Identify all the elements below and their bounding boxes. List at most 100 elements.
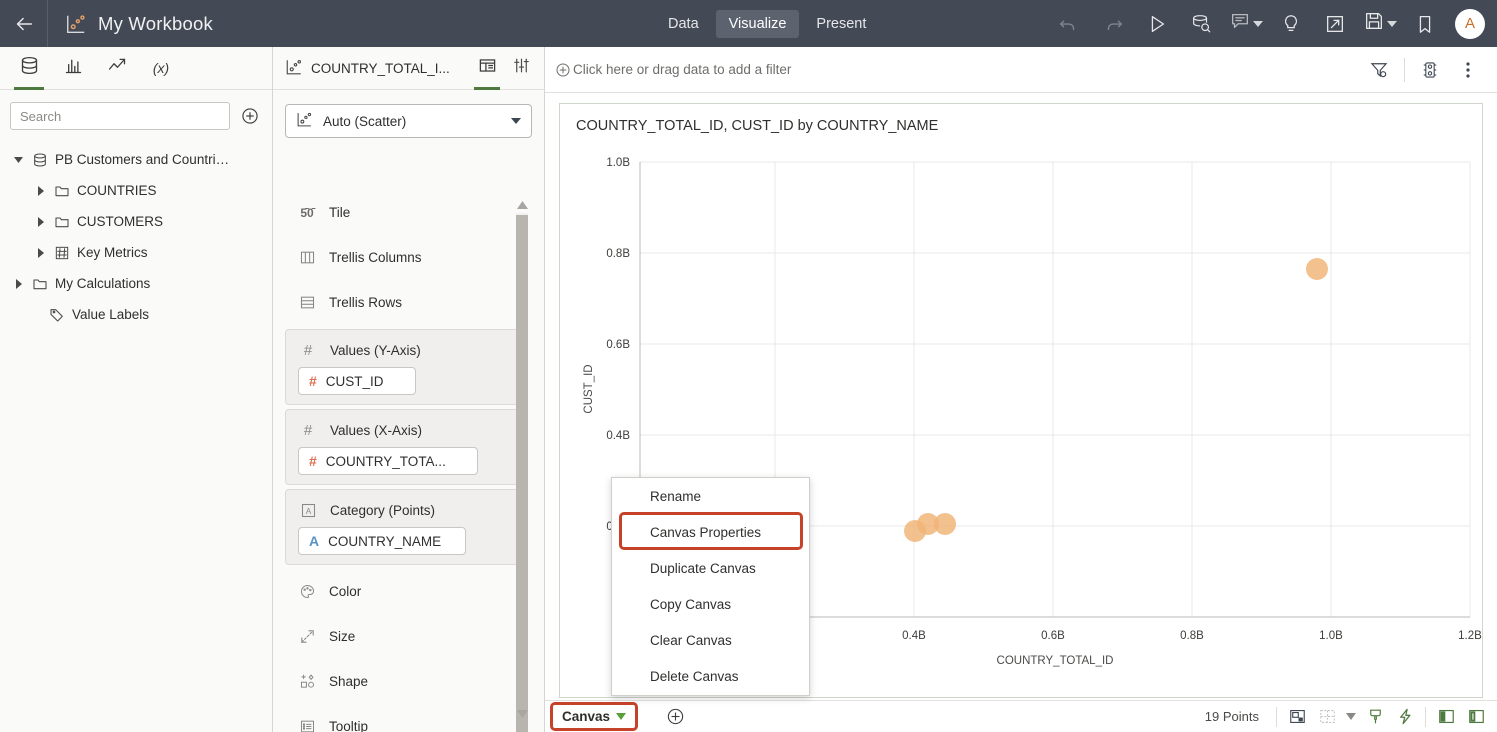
menu-item-canvas-properties[interactable]: Canvas Properties	[612, 514, 809, 550]
shelf-size[interactable]: Size	[273, 614, 531, 659]
filter-placeholder[interactable]: Click here or drag data to add a filter	[555, 62, 791, 78]
tree-node-key-metrics[interactable]: Key Metrics	[0, 237, 272, 268]
shelf-values-y-axis[interactable]: # Values (Y-Axis) # CUST_ID	[285, 329, 519, 405]
trellis-rows-icon	[297, 294, 317, 311]
pill-label: COUNTRY_TOTA...	[325, 453, 446, 469]
shelf-label: Trellis Columns	[329, 250, 422, 265]
shape-icon	[297, 673, 317, 690]
scroll-down-arrow-icon[interactable]	[517, 706, 528, 724]
chevron-right-icon[interactable]	[32, 185, 50, 196]
sidebar-item-visualizations[interactable]	[52, 47, 94, 89]
tree-node-customers[interactable]: CUSTOMERS	[0, 206, 272, 237]
sidebar-item-calculations[interactable]: (x)	[140, 47, 182, 89]
filter-bar-actions	[1360, 48, 1487, 92]
nav-tab-data[interactable]: Data	[655, 10, 712, 38]
save-icon	[1363, 10, 1385, 37]
properties-panel-tab[interactable]	[504, 47, 538, 89]
svg-text:0.8B: 0.8B	[606, 248, 630, 260]
save-menu[interactable]	[1357, 0, 1403, 47]
undo-icon[interactable]	[1047, 0, 1091, 47]
scroll-up-arrow-icon[interactable]	[514, 197, 530, 213]
menu-item-rename[interactable]: Rename	[612, 478, 809, 514]
canvas-context-menu[interactable]: Rename Canvas Properties Duplicate Canva…	[611, 477, 810, 696]
chevron-down-icon[interactable]	[616, 713, 627, 720]
svg-text:0.6B: 0.6B	[1041, 630, 1065, 642]
grammar-panel-tab[interactable]	[470, 47, 504, 90]
shelf-tile[interactable]: 5̄0̄ Tile	[273, 190, 531, 235]
shelf-trellis-columns[interactable]: Trellis Columns	[273, 235, 531, 280]
avatar[interactable]: A	[1455, 8, 1485, 39]
data-points	[904, 258, 1328, 542]
shelf-tooltip[interactable]: Tooltip	[273, 704, 531, 732]
redo-icon[interactable]	[1091, 0, 1135, 47]
hash-icon: #	[303, 421, 313, 439]
share-icon[interactable]	[1313, 0, 1357, 47]
plus-circle-icon[interactable]	[240, 106, 260, 126]
chevron-right-icon[interactable]	[10, 278, 28, 289]
scrollbar-thumb[interactable]	[516, 215, 528, 732]
shelf-shape[interactable]: Shape	[273, 659, 531, 704]
brush-icon[interactable]	[1360, 702, 1390, 732]
tree-node-countries[interactable]: COUNTRIES	[0, 175, 272, 206]
shelf-label: Tile	[329, 205, 351, 220]
trellis-columns-icon	[297, 249, 317, 266]
shelf-color[interactable]: Color	[273, 569, 531, 614]
shelf-values-x-axis[interactable]: # Values (X-Axis) # COUNTRY_TOTA...	[285, 409, 519, 485]
shelf-trellis-rows[interactable]: Trellis Rows	[273, 280, 531, 325]
nav-tab-present[interactable]: Present	[803, 10, 879, 38]
menu-item-delete-canvas[interactable]: Delete Canvas	[612, 658, 809, 694]
divider	[1276, 706, 1277, 727]
formula-icon: (x)	[152, 60, 170, 76]
chevron-right-icon[interactable]	[32, 216, 50, 227]
chevron-down-icon[interactable]	[10, 155, 28, 165]
pill-country-total-id[interactable]: # COUNTRY_TOTA...	[298, 447, 478, 475]
grammar-panel-scrollbar[interactable]	[514, 197, 530, 732]
shelf-category-points[interactable]: A Category (Points) A COUNTRY_NAME	[285, 489, 519, 565]
canvas-settings-icon[interactable]	[1411, 48, 1449, 92]
run-icon[interactable]	[1135, 0, 1179, 47]
back-button[interactable]	[0, 0, 47, 47]
search-input[interactable]	[10, 102, 230, 130]
divider	[1425, 706, 1426, 727]
add-canvas-button[interactable]	[666, 707, 685, 726]
left-data-panel: (x) PB Customers and Countri…	[0, 47, 273, 732]
x-axis-tick-labels: 0.2B 0.4B 0.6B 0.8B 1.0B 1.2B	[763, 630, 1482, 642]
tree-node-my-calculations[interactable]: My Calculations	[0, 268, 272, 299]
left-panel-toggle-icon[interactable]	[1431, 702, 1461, 732]
menu-item-clear-canvas[interactable]: Clear Canvas	[612, 622, 809, 658]
auto-refresh-icon[interactable]	[1390, 702, 1420, 732]
filter-bar[interactable]: Click here or drag data to add a filter	[545, 47, 1497, 93]
comment-menu[interactable]	[1223, 0, 1269, 47]
canvas-tab[interactable]: Canvas	[550, 702, 639, 731]
workbook-title-group: My Workbook	[48, 13, 213, 35]
menu-item-duplicate-canvas[interactable]: Duplicate Canvas	[612, 550, 809, 586]
filter-icon[interactable]	[1360, 48, 1398, 92]
sidebar-item-data[interactable]	[8, 47, 50, 90]
tree-node-label: PB Customers and Countri…	[55, 152, 230, 167]
nav-tab-visualize[interactable]: Visualize	[715, 9, 800, 38]
sidebar-item-analytics[interactable]	[96, 47, 138, 89]
bookmark-icon[interactable]	[1403, 0, 1447, 47]
viz-type-select[interactable]: Auto (Scatter)	[285, 104, 532, 138]
shelves-list: 5̄0̄ Tile Trellis Columns Trellis Rows #…	[273, 190, 531, 732]
right-panel-toggle-icon[interactable]	[1461, 702, 1491, 732]
dataset-refresh-icon[interactable]	[1179, 0, 1223, 47]
grid-dropdown-caret-icon[interactable]	[1342, 702, 1360, 732]
pill-label: COUNTRY_NAME	[328, 533, 442, 549]
scatter-plot-icon	[285, 58, 303, 79]
search-row	[0, 90, 272, 130]
pill-country-name[interactable]: A COUNTRY_NAME	[298, 527, 466, 555]
chevron-right-icon[interactable]	[32, 247, 50, 258]
svg-text:0.4B: 0.4B	[902, 630, 926, 642]
shelf-label: Category (Points)	[330, 502, 436, 518]
grid-layout-icon[interactable]	[1312, 702, 1342, 732]
tree-node-value-labels[interactable]: Value Labels	[0, 299, 272, 330]
canvas-layout-icon[interactable]	[1282, 702, 1312, 732]
insight-icon[interactable]	[1269, 0, 1313, 47]
menu-item-copy-canvas[interactable]: Copy Canvas	[612, 586, 809, 622]
hash-icon: #	[309, 453, 317, 469]
more-options-icon[interactable]	[1449, 48, 1487, 92]
tooltip-list-icon	[297, 718, 317, 732]
tree-node-dataset[interactable]: PB Customers and Countri…	[0, 144, 272, 175]
pill-cust-id[interactable]: # CUST_ID	[298, 367, 416, 395]
